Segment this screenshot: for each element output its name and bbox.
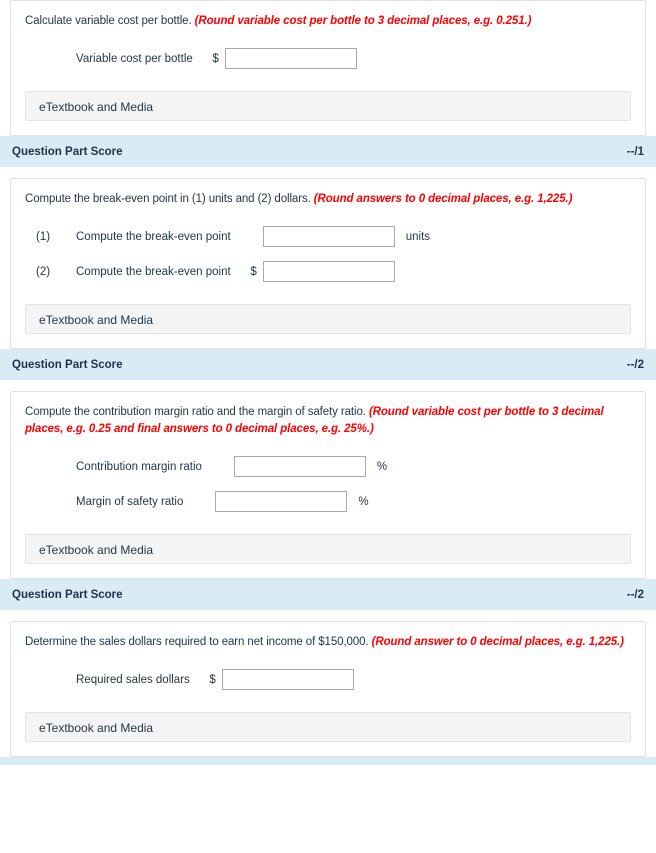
question-part-score-bar: Question Part Score --/2 [0, 349, 656, 380]
question-prompt: Compute the contribution margin ratio an… [25, 404, 631, 438]
question-part-score-bar: Question Part Score --/2 [0, 579, 656, 610]
question-part-card: Calculate variable cost per bottle. (Rou… [10, 0, 646, 136]
answer-input[interactable] [215, 491, 348, 512]
answer-row-unit: units [405, 230, 431, 243]
question-prompt-hint: (Round variable cost per bottle to 3 dec… [194, 15, 532, 27]
question-prompt-hint: (Round answers to 0 decimal places, e.g.… [313, 193, 573, 205]
answer-row: (1) Compute the break-even point units [25, 226, 631, 247]
question-parts-page: Calculate variable cost per bottle. (Rou… [0, 0, 656, 765]
question-part-card: Compute the break-even point in (1) unit… [10, 178, 646, 349]
answer-row: Variable cost per bottle $ [25, 48, 631, 69]
answer-row-unit: % [358, 495, 369, 508]
answer-row-label: Contribution margin ratio [76, 460, 202, 473]
question-part-score-value: --/2 [626, 358, 644, 371]
question-prompt-text: Determine the sales dollars required to … [25, 636, 369, 648]
question-part-body: Calculate variable cost per bottle. (Rou… [11, 1, 645, 135]
currency-symbol: $ [209, 673, 216, 686]
answer-input[interactable] [262, 226, 395, 247]
question-part-body: Compute the break-even point in (1) unit… [11, 179, 645, 348]
answer-row: Required sales dollars $ [25, 669, 631, 690]
question-prompt-text: Calculate variable cost per bottle. [25, 15, 192, 27]
question-prompt: Compute the break-even point in (1) unit… [25, 191, 631, 208]
answer-input[interactable] [233, 456, 366, 477]
answer-row-label: Compute the break-even point [76, 230, 231, 243]
next-score-bar-stub [0, 757, 656, 765]
question-part-card: Compute the contribution margin ratio an… [10, 391, 646, 579]
etextbook-and-media-bar[interactable]: eTextbook and Media [25, 91, 631, 121]
answer-row-label: Variable cost per bottle [76, 52, 193, 65]
question-prompt: Calculate variable cost per bottle. (Rou… [25, 13, 631, 30]
question-part-score-value: --/1 [626, 145, 644, 158]
question-part-body: Compute the contribution margin ratio an… [11, 392, 645, 578]
answer-row: Contribution margin ratio% [25, 456, 631, 477]
currency-symbol: $ [212, 52, 219, 65]
part-gap [0, 610, 656, 621]
question-part-score-label: Question Part Score [12, 588, 123, 601]
answer-input[interactable] [221, 669, 354, 690]
answer-row-number: (2) [36, 265, 51, 278]
question-part-score-value: --/2 [626, 588, 644, 601]
etextbook-and-media-bar[interactable]: eTextbook and Media [25, 712, 631, 742]
answer-row: (2) Compute the break-even point $ [25, 261, 631, 282]
part-gap [0, 380, 656, 391]
question-prompt-text: Compute the break-even point in (1) unit… [25, 193, 311, 205]
answer-row: Margin of safety ratio% [25, 491, 631, 512]
question-prompt: Determine the sales dollars required to … [25, 634, 631, 651]
question-part-score-label: Question Part Score [12, 145, 123, 158]
answer-row-label: Required sales dollars [76, 673, 190, 686]
etextbook-and-media-bar[interactable]: eTextbook and Media [25, 534, 631, 564]
answer-rows: Required sales dollars $ [25, 669, 631, 690]
question-prompt-hint: (Round answer to 0 decimal places, e.g. … [371, 636, 624, 648]
etextbook-and-media-bar[interactable]: eTextbook and Media [25, 304, 631, 334]
answer-input[interactable] [224, 48, 357, 69]
answer-row-label: Margin of safety ratio [76, 495, 184, 508]
answer-input[interactable] [262, 261, 395, 282]
question-part-score-label: Question Part Score [12, 358, 123, 371]
question-part-score-bar: Question Part Score --/1 [0, 136, 656, 167]
question-part-card: Determine the sales dollars required to … [10, 621, 646, 757]
answer-row-number: (1) [36, 230, 51, 243]
answer-rows: Contribution margin ratio% Margin of safe… [25, 456, 631, 512]
answer-row-label: Compute the break-even point [76, 265, 231, 278]
currency-symbol: $ [250, 265, 257, 278]
answer-row-unit: % [376, 460, 388, 473]
question-prompt-text: Compute the contribution margin ratio an… [25, 406, 366, 418]
question-part-body: Determine the sales dollars required to … [11, 622, 645, 756]
answer-rows: (1) Compute the break-even point units (2) C… [25, 226, 631, 282]
answer-rows: Variable cost per bottle $ [25, 48, 631, 69]
part-gap [0, 167, 656, 178]
